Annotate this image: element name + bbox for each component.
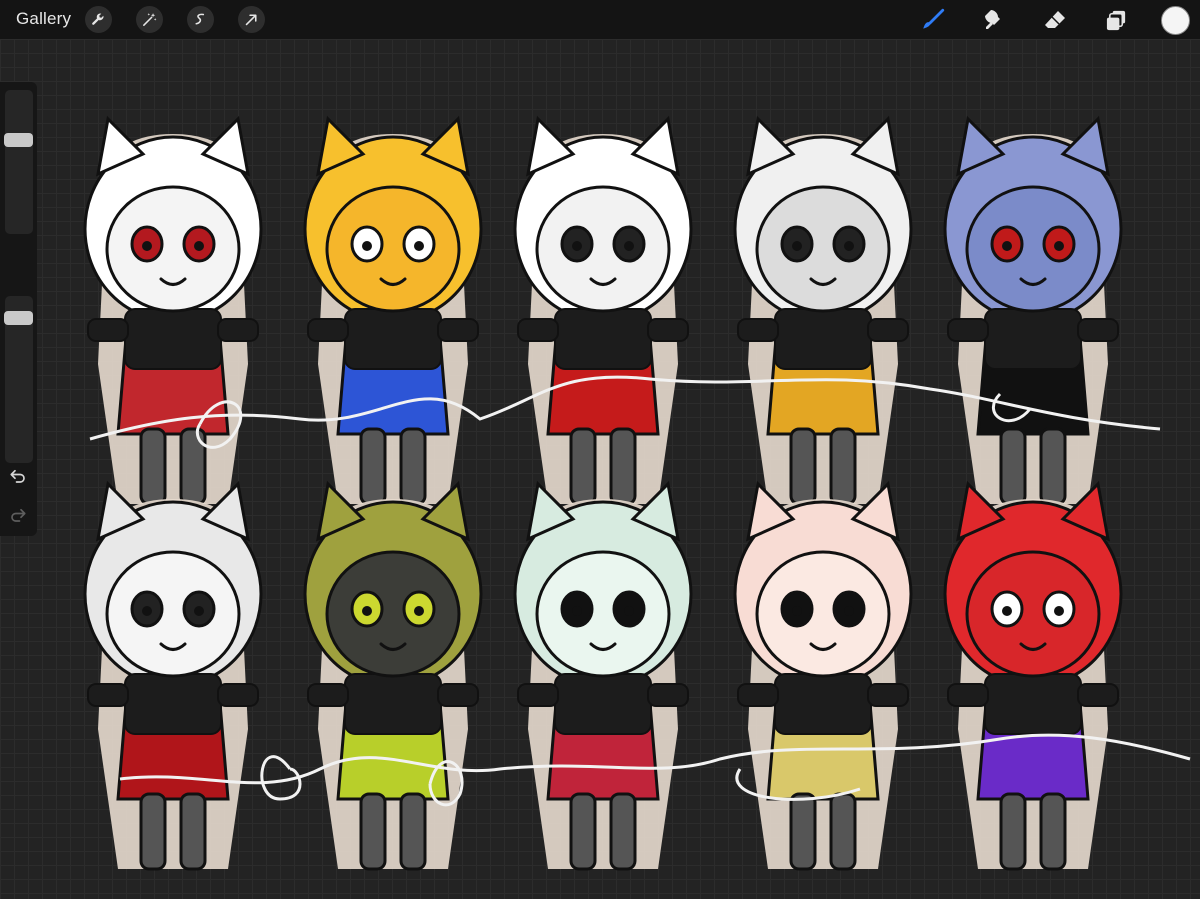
blue-wolf-adopt [928,114,1138,514]
halo-eyepatch-adopt [718,114,928,514]
left-sidebar [0,82,37,536]
brush-icon[interactable] [918,5,948,35]
brush-size-slider[interactable] [5,90,33,234]
pastel-horns-adopt [718,479,928,879]
smudge-icon[interactable] [979,5,1009,35]
tiger-cat-adopt [68,114,278,514]
color-picker-swatch[interactable] [1161,6,1190,35]
eraser-icon[interactable] [1040,5,1070,35]
redo-icon[interactable] [9,507,27,523]
brush-size-thumb[interactable] [4,132,33,147]
maid-horns-adopt [498,114,708,514]
yellow-spiky-adopt [288,114,498,514]
undo-icon[interactable] [9,468,27,484]
gallery-button[interactable]: Gallery [16,9,71,29]
opacity-thumb[interactable] [4,311,33,326]
drawing-canvas[interactable] [0,39,1200,899]
toxic-dog-adopt [288,479,498,879]
red-eyeball-adopt [928,479,1138,879]
officer-cap-adopt [68,479,278,879]
top-toolbar: Gallery [0,0,1200,39]
mint-mask-adopt [498,479,708,879]
magic-wand-icon[interactable] [136,6,163,33]
selection-icon[interactable] [187,6,214,33]
wrench-icon[interactable] [85,6,112,33]
transform-arrow-icon[interactable] [238,6,265,33]
layers-icon[interactable] [1101,5,1131,35]
